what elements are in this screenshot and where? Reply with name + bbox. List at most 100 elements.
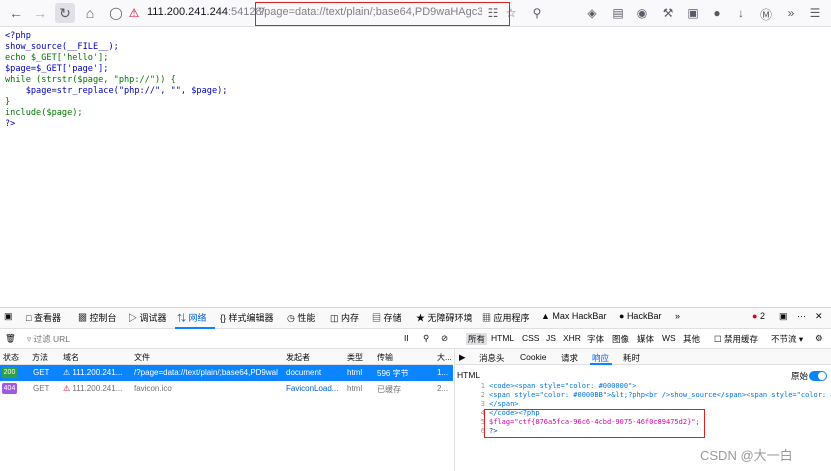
- library-icon[interactable]: ▤: [610, 6, 626, 20]
- tab-network[interactable]: ⇅ 网络: [177, 311, 207, 324]
- more-tabs-chevron-icon[interactable]: »: [675, 311, 680, 321]
- code-line: }: [5, 97, 11, 107]
- row-initiator[interactable]: FaviconLoad...: [286, 384, 338, 393]
- bookmark-star-icon[interactable]: ☆: [503, 6, 519, 20]
- forward-icon[interactable]: →: [30, 3, 50, 23]
- tab-request[interactable]: 请求: [561, 352, 578, 364]
- watermark: CSDN @大一白: [700, 448, 793, 463]
- row-initiator: document: [286, 368, 322, 377]
- tab-inspector[interactable]: □ 查看器: [26, 311, 61, 324]
- raw-toggle[interactable]: [809, 371, 827, 381]
- filter-xhr[interactable]: XHR: [563, 333, 581, 343]
- tab-application[interactable]: ▦ 应用程序: [482, 311, 530, 324]
- filter-other[interactable]: 其他: [683, 333, 700, 345]
- account-icon[interactable]: Ⓜ: [758, 6, 774, 23]
- sidebar-toggle-icon[interactable]: ▶: [459, 352, 466, 363]
- col-domain[interactable]: 域名: [63, 352, 79, 363]
- search-icon[interactable]: ⚲: [529, 6, 545, 20]
- insecure-lock-icon[interactable]: ⚠: [126, 6, 142, 20]
- reader-icon[interactable]: ☷: [485, 6, 501, 20]
- extension-mask-icon[interactable]: ▣: [685, 6, 701, 20]
- block-icon[interactable]: ⊘: [441, 333, 448, 344]
- col-status[interactable]: 状态: [3, 352, 19, 363]
- extension-cookie-icon[interactable]: ●: [709, 6, 725, 20]
- status-badge: 404: [2, 383, 17, 394]
- tab-headers[interactable]: 消息头: [479, 352, 505, 364]
- row-type: html: [347, 368, 363, 377]
- line-number: 1: [480, 382, 485, 390]
- tab-timings[interactable]: 耗时: [623, 352, 640, 364]
- row-size: 1...: [437, 368, 449, 377]
- close-devtools-icon[interactable]: ✕: [815, 311, 823, 322]
- col-type[interactable]: 类型: [347, 352, 363, 363]
- extension-wrench-icon[interactable]: ⚒: [660, 6, 676, 20]
- filter-media[interactable]: 媒体: [637, 333, 654, 345]
- tab-cookies[interactable]: Cookie: [520, 352, 546, 362]
- row-file: favicon.ico: [134, 384, 172, 393]
- filter-url-input[interactable]: ▿ 过滤 URL: [27, 333, 70, 345]
- code-line: $page=$_GET['page'];: [5, 64, 109, 74]
- code-line: $page=str_replace("php://", "", $page);: [5, 86, 228, 96]
- col-method[interactable]: 方法: [32, 352, 48, 363]
- extension-fox-icon[interactable]: ◉: [634, 6, 650, 20]
- row-domain: ⚠ 111.200.241...: [63, 368, 123, 377]
- col-size[interactable]: 大...: [437, 352, 452, 363]
- download-icon[interactable]: ↓: [733, 6, 749, 20]
- tab-console[interactable]: ▩ 控制台: [78, 311, 117, 324]
- table-row[interactable]: 404 GET ⚠ 111.200.241... favicon.ico Fav…: [0, 381, 453, 397]
- code-line: echo $_GET['hello'];: [5, 53, 109, 63]
- url-host[interactable]: 111.200.241.244:54128/: [147, 6, 265, 18]
- response-line: <code><span style="color: #000000">: [489, 382, 637, 390]
- raw-toggle-label: 原始: [791, 371, 809, 381]
- menu-icon[interactable]: ☰: [807, 6, 823, 20]
- response-format-label: HTML: [457, 370, 481, 380]
- search-requests-icon[interactable]: ⚲: [423, 333, 429, 344]
- filter-images[interactable]: 图像: [612, 333, 629, 345]
- error-count-badge[interactable]: ● 2: [752, 311, 765, 321]
- home-icon[interactable]: ⌂: [80, 3, 100, 23]
- dock-icon[interactable]: ▣: [4, 311, 13, 322]
- row-domain: ⚠ 111.200.241...: [63, 384, 123, 393]
- filter-js[interactable]: JS: [546, 333, 556, 343]
- tab-accessibility[interactable]: ★ 无障碍环境: [416, 311, 473, 324]
- row-method: GET: [33, 384, 50, 393]
- throttle-select[interactable]: 不节流 ▾: [771, 333, 803, 345]
- tab-style-editor[interactable]: {} 样式编辑器: [220, 311, 274, 324]
- code-line: ?>: [5, 119, 16, 129]
- back-icon[interactable]: ←: [6, 3, 26, 23]
- disable-cache-checkbox[interactable]: ☐ 禁用缓存: [714, 333, 758, 345]
- tab-storage[interactable]: ▤ 存储: [372, 311, 402, 324]
- tab-hackbar[interactable]: ● HackBar: [619, 311, 661, 321]
- filter-html[interactable]: HTML: [491, 333, 514, 343]
- filter-all[interactable]: 所有: [466, 333, 488, 345]
- filter-fonts[interactable]: 字体: [587, 333, 604, 345]
- row-method: GET: [33, 368, 50, 377]
- tab-performance[interactable]: ◷ 性能: [287, 311, 315, 324]
- devtools-menu-icon[interactable]: ⋯: [797, 311, 806, 322]
- trash-icon[interactable]: 🗑: [5, 333, 16, 344]
- col-initiator[interactable]: 发起者: [286, 352, 310, 363]
- code-line: while (strstr($page, "php://")) {: [5, 75, 176, 85]
- shield-icon[interactable]: ◯: [108, 6, 124, 20]
- toggle-knob: [818, 372, 826, 380]
- row-transfer: 已缓存: [377, 385, 401, 394]
- tab-max-hackbar[interactable]: ▲ Max HackBar: [541, 311, 606, 321]
- devtools-tabs: ▣ □ 查看器 ▩ 控制台 ▷ 调试器 ⇅ 网络 {} 样式编辑器 ◷ 性能 ◫…: [0, 308, 831, 329]
- line-number: 2: [480, 391, 485, 399]
- reload-icon[interactable]: ↻: [55, 3, 75, 23]
- line-number: 4: [480, 409, 485, 417]
- tab-memory[interactable]: ◫ 内存: [330, 311, 359, 324]
- pocket-icon[interactable]: ◈: [584, 6, 600, 20]
- filter-css[interactable]: CSS: [522, 333, 539, 343]
- request-table-header: 状态 方法 域名 文件 发起者 类型 传输 大...: [0, 349, 453, 365]
- code-line: include($page);: [5, 108, 83, 118]
- overflow-chevron-icon[interactable]: »: [783, 6, 799, 20]
- pause-button[interactable]: II: [404, 333, 409, 343]
- dock-side-icon[interactable]: ▣: [779, 311, 788, 322]
- table-row[interactable]: 200 GET ⚠ 111.200.241... /?page=data://t…: [0, 365, 453, 381]
- filter-ws[interactable]: WS: [662, 333, 676, 343]
- tab-debugger[interactable]: ▷ 调试器: [128, 311, 167, 324]
- network-settings-icon[interactable]: ⚙: [815, 333, 823, 344]
- col-transfer[interactable]: 传输: [377, 352, 393, 363]
- col-file[interactable]: 文件: [134, 352, 150, 363]
